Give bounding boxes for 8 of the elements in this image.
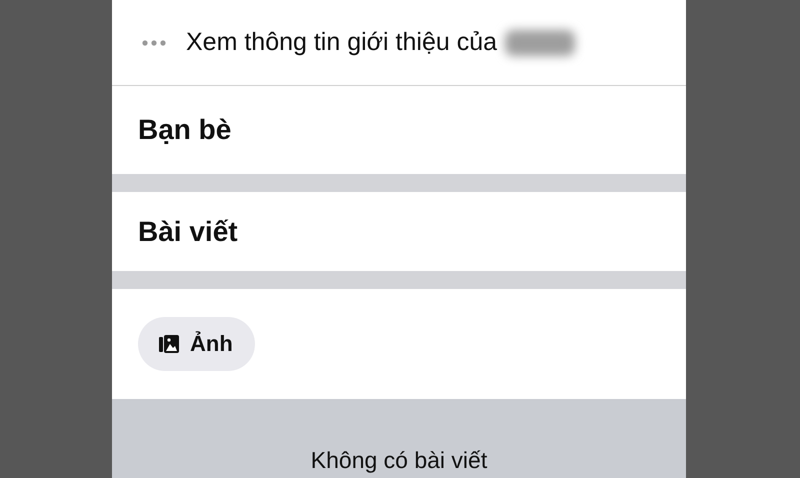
photos-icon [158,333,180,355]
section-title: Bạn bè [138,114,232,146]
about-link[interactable]: Xem thông tin giới thiệu của [186,28,498,57]
more-icon [142,40,166,46]
empty-message: Không có bài viết [310,447,488,474]
section-title: Bài viết [138,216,238,248]
filter-chip[interactable]: Ảnh [138,317,255,371]
redacted-name [505,30,576,56]
